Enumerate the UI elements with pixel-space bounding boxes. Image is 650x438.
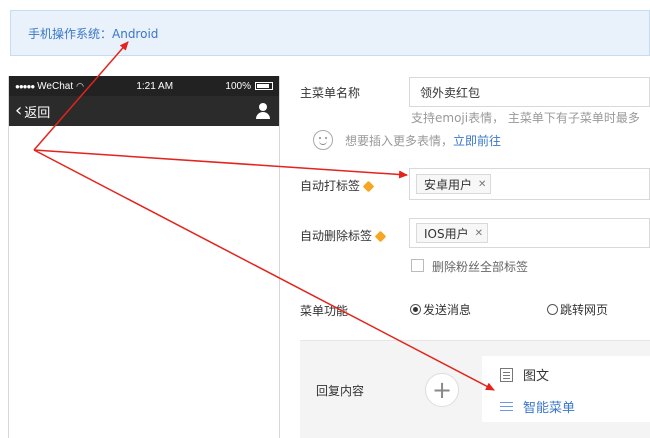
- dropdown-item-smart-menu[interactable]: 智能菜单: [500, 397, 575, 416]
- auto-untag-label-text: 自动删除标签: [300, 229, 373, 243]
- add-reply-button[interactable]: +: [425, 373, 459, 407]
- remove-all-tags-checkbox[interactable]: [411, 259, 424, 272]
- radio-icon: [410, 304, 421, 315]
- radio-send-message-label: 发送消息: [423, 303, 472, 317]
- dropdown-item-article[interactable]: 图文: [500, 365, 549, 384]
- status-bar: ●●●●● WeChat ◠ 1:21 AM 100%: [9, 76, 279, 96]
- menu-name-input[interactable]: 领外卖红包: [409, 77, 650, 107]
- chevron-left-icon: ‹: [15, 100, 23, 121]
- os-banner-text: 手机操作系统：Android: [28, 26, 159, 41]
- wifi-icon: ◠: [76, 80, 84, 91]
- menu-name-label: 主菜单名称: [300, 86, 361, 100]
- auto-untag-input[interactable]: IOS用户 ✕: [409, 218, 650, 248]
- status-time: 1:21 AM: [136, 80, 174, 92]
- close-icon[interactable]: ✕: [475, 228, 483, 239]
- dropdown-item-smart-menu-label: 智能菜单: [523, 401, 576, 416]
- back-label: 返回: [24, 105, 51, 121]
- radio-send-message[interactable]: 发送消息: [410, 301, 471, 318]
- menu-name-value: 领外卖红包: [420, 85, 481, 100]
- plus-icon: +: [431, 376, 453, 404]
- auto-untag-chip-label: IOS用户: [424, 226, 469, 241]
- radio-icon: [547, 304, 558, 315]
- user-icon[interactable]: [255, 103, 271, 119]
- vip-icon: [362, 180, 375, 193]
- emoji-hint-text: 想要插入更多表情，: [345, 134, 454, 148]
- auto-tag-chip-label: 安卓用户: [424, 177, 473, 192]
- menu-function-label: 菜单功能: [300, 304, 349, 318]
- auto-untag-chip: IOS用户 ✕: [416, 223, 488, 243]
- auto-tag-label: 自动打标签: [300, 177, 375, 194]
- radio-jump-page-label: 跳转网页: [560, 303, 609, 317]
- emoji-go-link[interactable]: 立即前往: [453, 134, 501, 148]
- auto-tag-input[interactable]: 安卓用户 ✕: [409, 168, 650, 200]
- signal-icon: ●●●●●: [15, 81, 35, 91]
- back-button[interactable]: ‹ 返回: [15, 102, 50, 121]
- battery-percent: 100%: [225, 80, 251, 92]
- list-icon: [500, 401, 513, 413]
- reply-type-dropdown: 图文 智能菜单: [482, 356, 650, 422]
- auto-tag-chip: 安卓用户 ✕: [416, 174, 492, 194]
- phone-preview: ●●●●● WeChat ◠ 1:21 AM 100% ‹ 返回: [8, 76, 280, 438]
- carrier-name: WeChat: [37, 80, 74, 92]
- auto-untag-label: 自动删除标签: [300, 227, 387, 244]
- close-icon[interactable]: ✕: [478, 179, 486, 190]
- dropdown-item-article-label: 图文: [523, 369, 550, 384]
- os-banner: 手机操作系统：Android: [10, 10, 650, 56]
- menu-name-hint: 支持emoji表情， 主菜单下有子菜单时最多: [411, 111, 640, 125]
- vip-icon: [374, 230, 387, 243]
- smile-icon[interactable]: [313, 130, 333, 150]
- reply-content-label: 回复内容: [316, 384, 365, 398]
- remove-all-tags-label: 删除粉丝全部标签: [432, 260, 529, 274]
- document-icon: [500, 367, 513, 382]
- auto-tag-label-text: 自动打标签: [300, 179, 361, 193]
- battery-icon: [254, 82, 273, 90]
- phone-nav-bar: ‹ 返回: [9, 96, 279, 126]
- radio-jump-page[interactable]: 跳转网页: [547, 301, 608, 318]
- emoji-hint: 想要插入更多表情，立即前往: [345, 132, 501, 149]
